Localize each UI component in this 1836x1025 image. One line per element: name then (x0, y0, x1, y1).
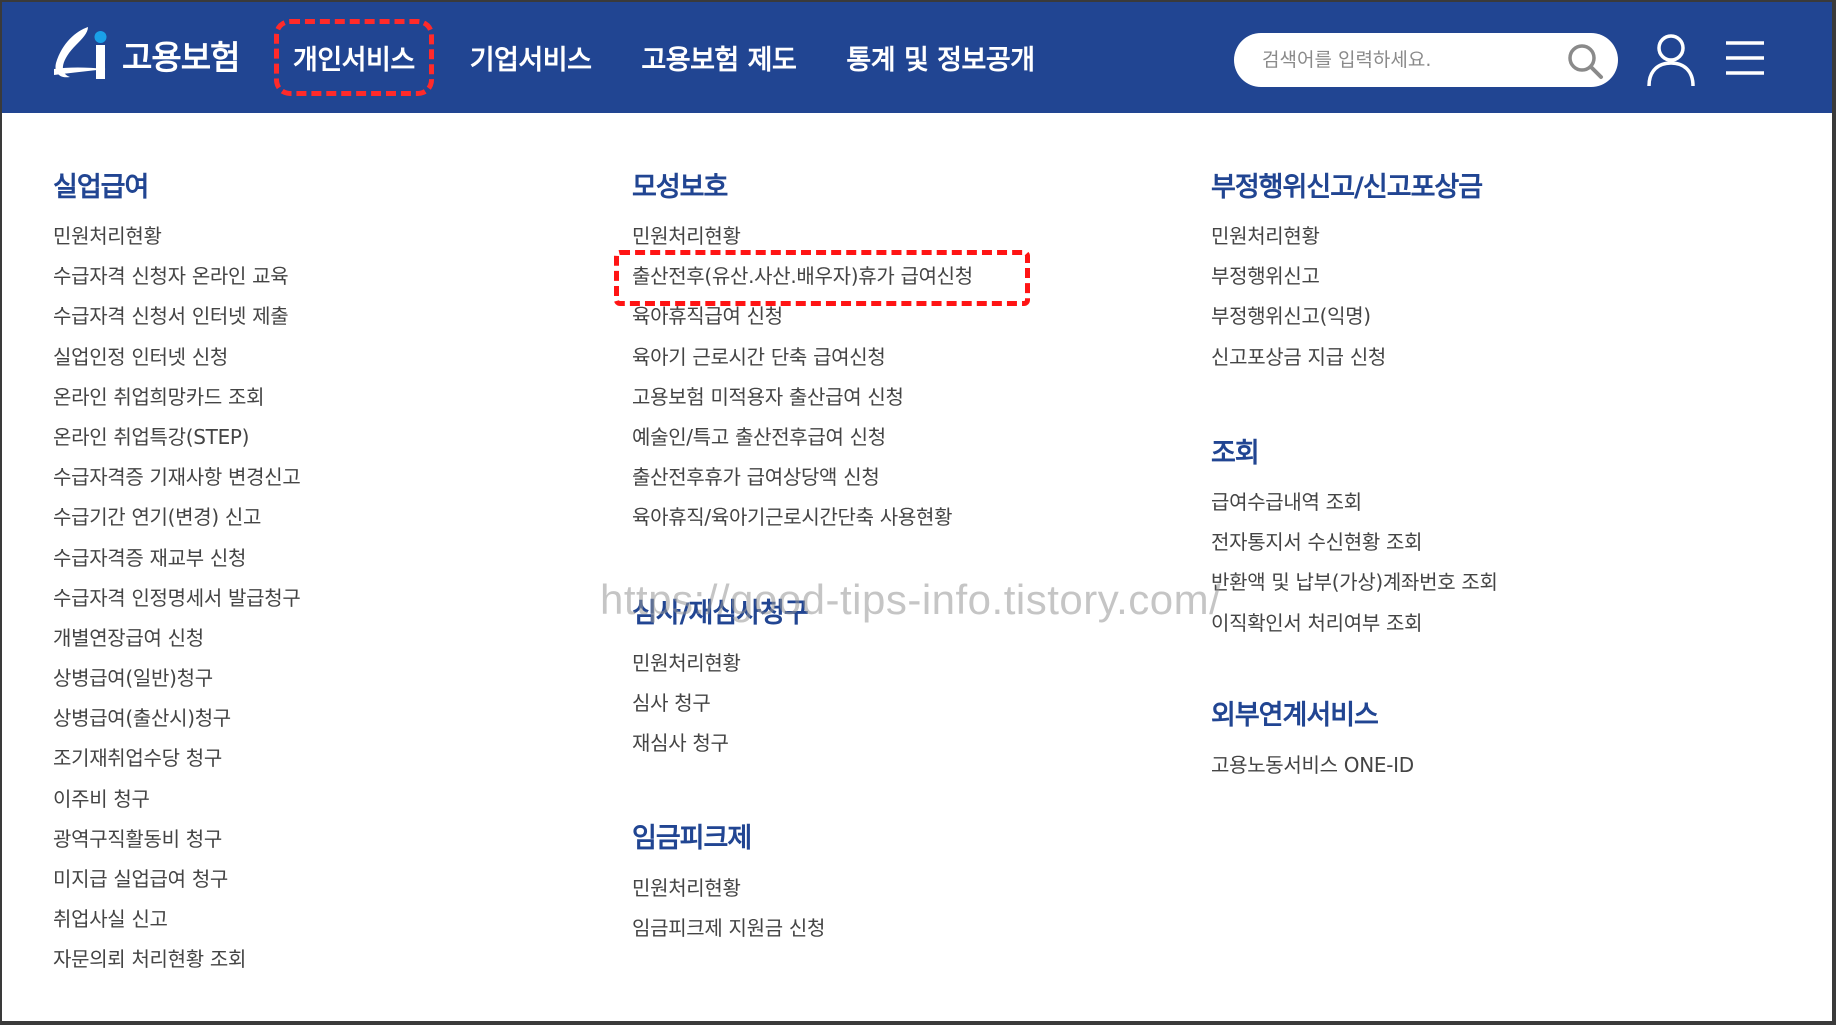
search-input[interactable] (1262, 33, 1562, 87)
menu-link[interactable]: 전자통지서 수신현황 조회 (1211, 522, 1498, 562)
menu-link[interactable]: 육아휴직급여 신청 (632, 296, 973, 336)
menu-link[interactable]: 민원처리현황 (632, 868, 825, 908)
site-header: 고용보험 개인서비스 기업서비스 고용보험 제도 통계 및 정보공개 (2, 2, 1832, 113)
menu-link[interactable]: 이주비 청구 (53, 779, 300, 819)
main-nav: 개인서비스 기업서비스 고용보험 제도 통계 및 정보공개 (274, 2, 1085, 113)
menu-link-label: 출산전후(유산.사산.배우자)휴가 급여신청 (632, 264, 973, 289)
section-list-external-service: 고용노동서비스 ONE-ID (1211, 745, 1414, 785)
menu-link[interactable]: 민원처리현황 (53, 216, 300, 256)
menu-link[interactable]: 수급자격 신청자 온라인 교육 (53, 256, 300, 296)
section-title-inquiry[interactable]: 조회 (1211, 431, 1260, 471)
section-list-unemployment-benefit: 민원처리현황 수급자격 신청자 온라인 교육 수급자격 신청서 인터넷 제출 실… (53, 216, 301, 980)
nav-insurance-system[interactable]: 고용보험 제도 (641, 38, 796, 77)
menu-link[interactable]: 민원처리현황 (632, 643, 741, 683)
menu-link[interactable]: 광역구직활동비 청구 (53, 819, 300, 859)
menu-link[interactable]: 고용보험 미적용자 출산급여 신청 (632, 377, 973, 417)
logo-icon (54, 27, 107, 79)
section-title-fraud-report[interactable]: 부정행위신고/신고포상금 (1211, 165, 1483, 205)
section-list-wage-peak: 민원처리현황 임금피크제 지원금 신청 (632, 868, 825, 948)
search-icon[interactable] (1566, 42, 1604, 80)
section-list-fraud-report: 민원처리현황 부정행위신고 부정행위신고(익명) 신고포상금 지급 신청 (1211, 216, 1386, 377)
mega-menu: 실업급여 민원처리현황 수급자격 신청자 온라인 교육 수급자격 신청서 인터넷… (2, 113, 1832, 1013)
logo-text: 고용보험 (122, 38, 240, 77)
menu-link[interactable]: 수급기간 연기(변경) 신고 (53, 497, 300, 537)
menu-link[interactable]: 취업사실 신고 (53, 899, 300, 939)
menu-link[interactable]: 심사 청구 (632, 683, 741, 723)
menu-link-maternity-leave-benefit[interactable]: 출산전후(유산.사산.배우자)휴가 급여신청 (614, 250, 1030, 307)
menu-link[interactable]: 출산전후휴가 급여상당액 신청 (632, 457, 973, 497)
menu-link[interactable]: 온라인 취업특강(STEP) (53, 417, 300, 457)
menu-link[interactable]: 실업인정 인터넷 신청 (53, 337, 300, 377)
menu-link[interactable]: 온라인 취업희망카드 조회 (53, 377, 300, 417)
section-list-review-request: 민원처리현황 심사 청구 재심사 청구 (632, 643, 741, 764)
menu-link[interactable]: 상병급여(출산시)청구 (53, 698, 300, 738)
menu-link[interactable]: 급여수급내역 조회 (1211, 482, 1498, 522)
menu-link[interactable]: 상병급여(일반)청구 (53, 658, 300, 698)
menu-link[interactable]: 부정행위신고 (1211, 256, 1386, 296)
section-title-wage-peak[interactable]: 임금피크제 (632, 816, 752, 856)
nav-personal-service[interactable]: 개인서비스 (274, 19, 434, 96)
menu-link[interactable]: 반환액 및 납부(가상)계좌번호 조회 (1211, 562, 1498, 602)
menu-icon[interactable] (1724, 38, 1766, 78)
menu-link[interactable]: 수급자격 인정명세서 발급청구 (53, 578, 301, 618)
menu-link[interactable]: 임금피크제 지원금 신청 (632, 908, 825, 948)
menu-link[interactable]: 조기재취업수당 청구 (53, 738, 300, 778)
menu-link[interactable]: 자문의뢰 처리현황 조회 (53, 939, 300, 979)
menu-link[interactable]: 민원처리현황 (1211, 216, 1386, 256)
menu-link[interactable]: 미지급 실업급여 청구 (53, 859, 300, 899)
nav-company-service[interactable]: 기업서비스 (470, 38, 592, 77)
menu-link[interactable]: 예술인/특고 출산전후급여 신청 (632, 417, 973, 457)
menu-link[interactable]: 이직확인서 처리여부 조회 (1211, 603, 1498, 643)
section-title-maternity-protection[interactable]: 모성보호 (632, 165, 728, 205)
user-icon[interactable] (1645, 32, 1697, 88)
menu-link[interactable]: 육아휴직/육아기근로시간단축 사용현황 (632, 497, 973, 537)
section-title-unemployment-benefit[interactable]: 실업급여 (53, 165, 149, 205)
section-title-external-service[interactable]: 외부연계서비스 (1211, 693, 1379, 733)
menu-link[interactable]: 고용노동서비스 ONE-ID (1211, 745, 1414, 785)
menu-link[interactable]: 신고포상금 지급 신청 (1211, 337, 1386, 377)
menu-link[interactable]: 개별연장급여 신청 (53, 618, 300, 658)
menu-link[interactable]: 부정행위신고(익명) (1211, 296, 1386, 336)
menu-link[interactable]: 수급자격증 기재사항 변경신고 (53, 457, 301, 497)
nav-statistics-info[interactable]: 통계 및 정보공개 (846, 38, 1035, 77)
section-list-inquiry: 급여수급내역 조회 전자통지서 수신현황 조회 반환액 및 납부(가상)계좌번호… (1211, 482, 1498, 643)
page-frame: 고용보험 개인서비스 기업서비스 고용보험 제도 통계 및 정보공개 검색어를 … (0, 0, 1836, 1025)
menu-link[interactable]: 수급자격증 재교부 신청 (53, 538, 300, 578)
section-list-maternity-protection: 민원처리현황 출산전후(유산.사산.배우자)휴가 급여신청 육아휴직급여 신청 … (614, 216, 1030, 538)
menu-link[interactable]: 민원처리현황 (632, 216, 973, 256)
site-logo[interactable]: 고용보험 (48, 20, 240, 90)
menu-link[interactable]: 육아기 근로시간 단축 급여신청 (632, 337, 973, 377)
search-box (1234, 33, 1618, 87)
section-title-review-request[interactable]: 심사/재심사청구 (632, 591, 809, 631)
menu-link[interactable]: 재심사 청구 (632, 723, 741, 763)
menu-link[interactable]: 수급자격 신청서 인터넷 제출 (53, 296, 300, 336)
